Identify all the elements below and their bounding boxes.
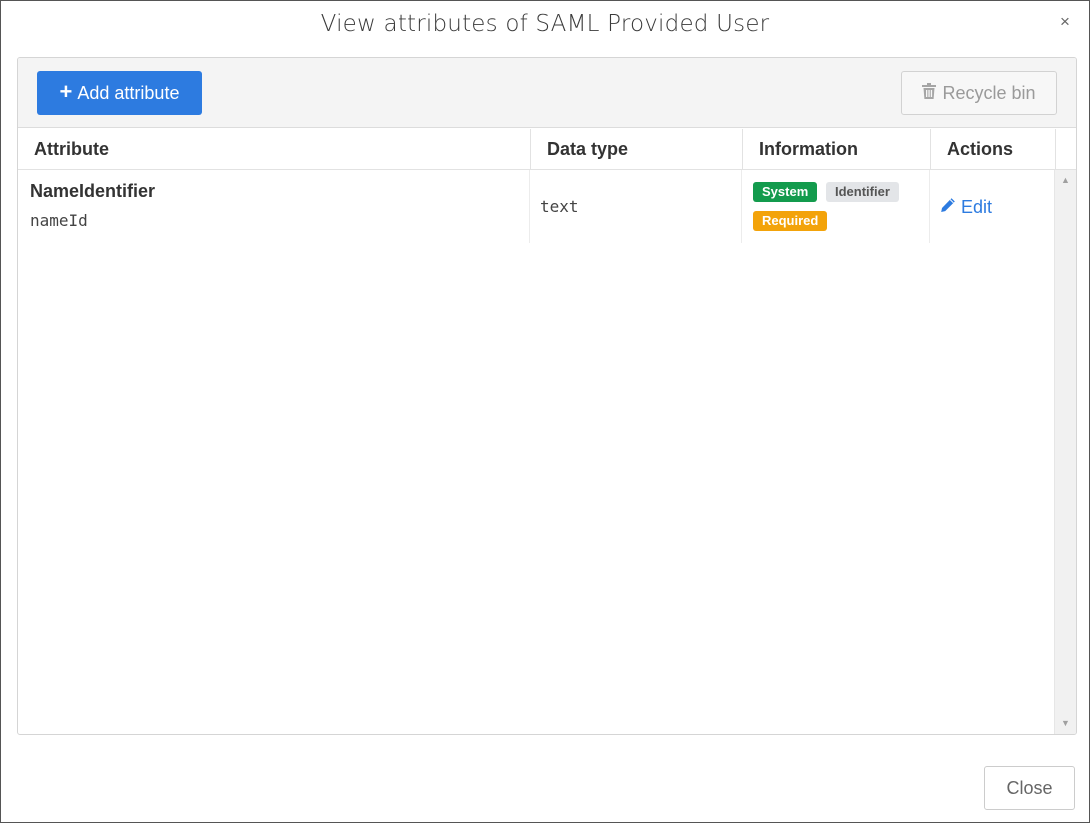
trash-icon: [922, 82, 937, 104]
identifier-badge: Identifier: [826, 182, 899, 202]
required-badge: Required: [753, 211, 828, 231]
recycle-bin-label: Recycle bin: [942, 82, 1036, 103]
add-attribute-button[interactable]: + Add attribute: [37, 71, 202, 115]
attribute-name: NameIdentifier: [30, 181, 156, 201]
attribute-key: nameId: [30, 211, 88, 230]
edit-label: Edit: [961, 197, 993, 217]
attribute-cell: NameIdentifier nameId: [18, 170, 530, 243]
pencil-icon: [940, 197, 956, 218]
toolbar: + Add attribute Recycle bin: [18, 58, 1076, 128]
scroll-down-icon[interactable]: ▼: [1055, 715, 1076, 731]
information-cell: System Identifier Required: [742, 170, 930, 243]
close-button[interactable]: Close: [984, 766, 1075, 810]
column-header-actions: Actions: [931, 129, 1056, 170]
table-header: Attribute Data type Information Actions: [18, 129, 1076, 170]
system-badge: System: [753, 182, 818, 202]
attributes-dialog: View attributes of SAML Provided User × …: [0, 0, 1090, 823]
column-header-data-type[interactable]: Data type: [531, 129, 743, 170]
table-row: NameIdentifier nameId text System Identi…: [18, 170, 1055, 243]
add-attribute-label: Add attribute: [77, 82, 180, 103]
plus-icon: +: [59, 79, 73, 104]
dialog-title: View attributes of SAML Provided User: [320, 11, 770, 37]
data-type-value: text: [540, 197, 579, 216]
table-body: NameIdentifier nameId text System Identi…: [18, 170, 1055, 734]
scroll-up-icon[interactable]: ▲: [1055, 172, 1076, 188]
column-header-information[interactable]: Information: [743, 129, 931, 170]
recycle-bin-button[interactable]: Recycle bin: [901, 71, 1057, 115]
data-type-cell: text: [530, 170, 742, 243]
close-icon[interactable]: ×: [1057, 13, 1073, 31]
actions-cell: Edit: [930, 170, 1055, 243]
vertical-scrollbar[interactable]: ▲ ▼: [1054, 170, 1076, 734]
column-header-attribute[interactable]: Attribute: [18, 129, 531, 170]
edit-link[interactable]: Edit: [940, 197, 992, 218]
attributes-panel: + Add attribute Recycle bin Attribute Da…: [17, 57, 1077, 735]
